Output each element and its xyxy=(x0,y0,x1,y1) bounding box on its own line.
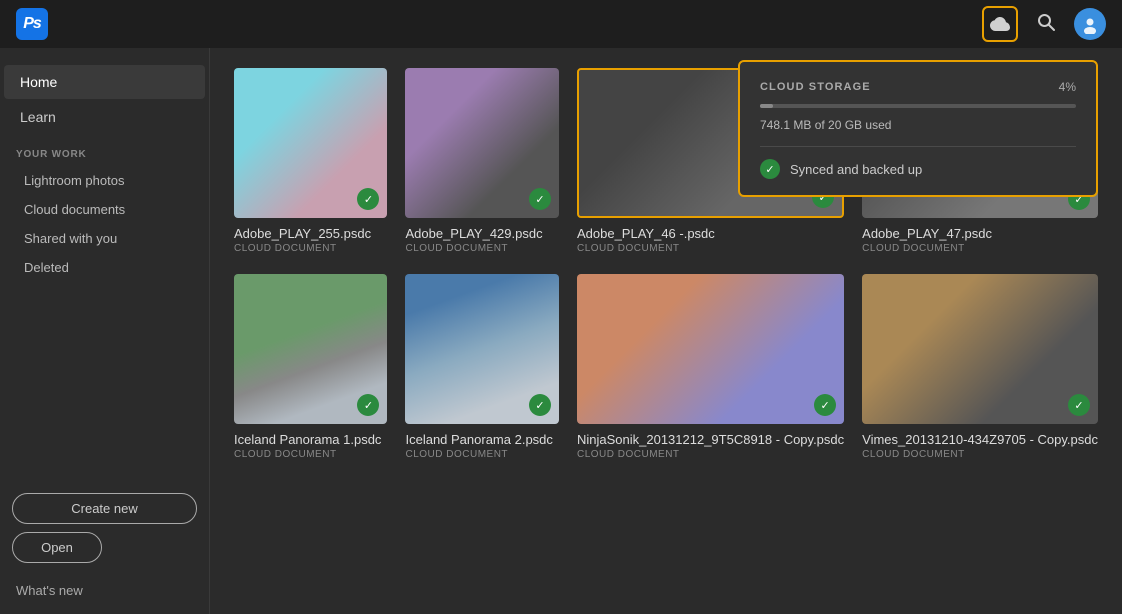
file-thumb-6: ✓ xyxy=(577,274,844,424)
file-name-7: Vimes_20131210-434Z9705 - Copy.psdc xyxy=(862,432,1098,447)
file-name-4: Iceland Panorama 1.psdc xyxy=(234,432,387,447)
cloud-popup-used: 748.1 MB of 20 GB used xyxy=(760,118,1076,132)
cloud-popup-header: CLOUD STORAGE 4% xyxy=(760,80,1076,94)
file-card-4[interactable]: ✓ Iceland Panorama 1.psdc CLOUD DOCUMENT xyxy=(234,274,387,460)
topnav-left: Ps xyxy=(16,8,48,40)
cloud-popup-percent: 4% xyxy=(1059,80,1076,94)
file-type-6: CLOUD DOCUMENT xyxy=(577,449,844,460)
top-nav: Ps xyxy=(0,0,1122,48)
sidebar-item-deleted[interactable]: Deleted xyxy=(0,253,209,282)
file-type-3: CLOUD DOCUMENT xyxy=(862,243,1098,254)
file-type-0: CLOUD DOCUMENT xyxy=(234,243,387,254)
sidebar-nav: Home Learn YOUR WORK Lightroom photos Cl… xyxy=(0,64,209,483)
file-name-3: Adobe_PLAY_47.psdc xyxy=(862,226,1098,241)
search-icon-button[interactable] xyxy=(1036,12,1056,37)
cloud-popup-divider xyxy=(760,146,1076,147)
file-thumb-0: ✓ xyxy=(234,68,387,218)
sync-badge-4: ✓ xyxy=(357,394,379,416)
file-name-0: Adobe_PLAY_255.psdc xyxy=(234,226,387,241)
cloud-progress-bar-bg xyxy=(760,104,1076,108)
sync-badge-1: ✓ xyxy=(529,188,551,210)
file-name-5: Iceland Panorama 2.psdc xyxy=(405,432,559,447)
ps-logo: Ps xyxy=(16,8,48,40)
topnav-right xyxy=(982,6,1106,42)
sidebar-section-your-work: YOUR WORK xyxy=(0,135,209,166)
sync-badge-5: ✓ xyxy=(529,394,551,416)
cloud-popup-status-text: Synced and backed up xyxy=(790,162,922,177)
sidebar-item-shared[interactable]: Shared with you xyxy=(0,224,209,253)
sync-badge-0: ✓ xyxy=(357,188,379,210)
open-button[interactable]: Open xyxy=(12,532,102,563)
file-type-7: CLOUD DOCUMENT xyxy=(862,449,1098,460)
file-thumb-4: ✓ xyxy=(234,274,387,424)
synced-check-icon: ✓ xyxy=(760,159,780,179)
file-name-6: NinjaSonik_20131212_9T5C8918 - Copy.psdc xyxy=(577,432,844,447)
main-layout: Home Learn YOUR WORK Lightroom photos Cl… xyxy=(0,48,1122,614)
cloud-popup-status: ✓ Synced and backed up xyxy=(760,159,1076,179)
whats-new-link[interactable]: What's new xyxy=(0,563,209,598)
file-thumb-1: ✓ xyxy=(405,68,559,218)
sync-badge-7: ✓ xyxy=(1068,394,1090,416)
file-card-7[interactable]: ✓ Vimes_20131210-434Z9705 - Copy.psdc CL… xyxy=(862,274,1098,460)
cloud-popup-title: CLOUD STORAGE xyxy=(760,81,871,93)
user-avatar[interactable] xyxy=(1074,8,1106,40)
create-new-button[interactable]: Create new xyxy=(12,493,197,524)
file-name-1: Adobe_PLAY_429.psdc xyxy=(405,226,559,241)
file-card-0[interactable]: ✓ Adobe_PLAY_255.psdc CLOUD DOCUMENT xyxy=(234,68,387,254)
file-type-2: CLOUD DOCUMENT xyxy=(577,243,844,254)
cloud-storage-popup: CLOUD STORAGE 4% 748.1 MB of 20 GB used … xyxy=(738,60,1098,197)
file-type-1: CLOUD DOCUMENT xyxy=(405,243,559,254)
sidebar-item-learn[interactable]: Learn xyxy=(4,100,205,134)
sidebar-actions: Create new Open xyxy=(0,483,209,563)
file-type-5: CLOUD DOCUMENT xyxy=(405,449,559,460)
file-type-4: CLOUD DOCUMENT xyxy=(234,449,387,460)
cloud-storage-icon-button[interactable] xyxy=(982,6,1018,42)
file-card-1[interactable]: ✓ Adobe_PLAY_429.psdc CLOUD DOCUMENT xyxy=(405,68,559,254)
sidebar: Home Learn YOUR WORK Lightroom photos Cl… xyxy=(0,48,210,614)
file-card-5[interactable]: ✓ Iceland Panorama 2.psdc CLOUD DOCUMENT xyxy=(405,274,559,460)
file-name-2: Adobe_PLAY_46 -.psdc xyxy=(577,226,844,241)
sidebar-item-home[interactable]: Home xyxy=(4,65,205,99)
content-area: CLOUD STORAGE 4% 748.1 MB of 20 GB used … xyxy=(210,48,1122,614)
file-thumb-5: ✓ xyxy=(405,274,559,424)
sidebar-item-cloud-documents[interactable]: Cloud documents xyxy=(0,195,209,224)
file-card-6[interactable]: ✓ NinjaSonik_20131212_9T5C8918 - Copy.ps… xyxy=(577,274,844,460)
sidebar-item-lightroom[interactable]: Lightroom photos xyxy=(0,166,209,195)
file-thumb-7: ✓ xyxy=(862,274,1098,424)
cloud-progress-bar-fill xyxy=(760,104,773,108)
sync-badge-6: ✓ xyxy=(814,394,836,416)
